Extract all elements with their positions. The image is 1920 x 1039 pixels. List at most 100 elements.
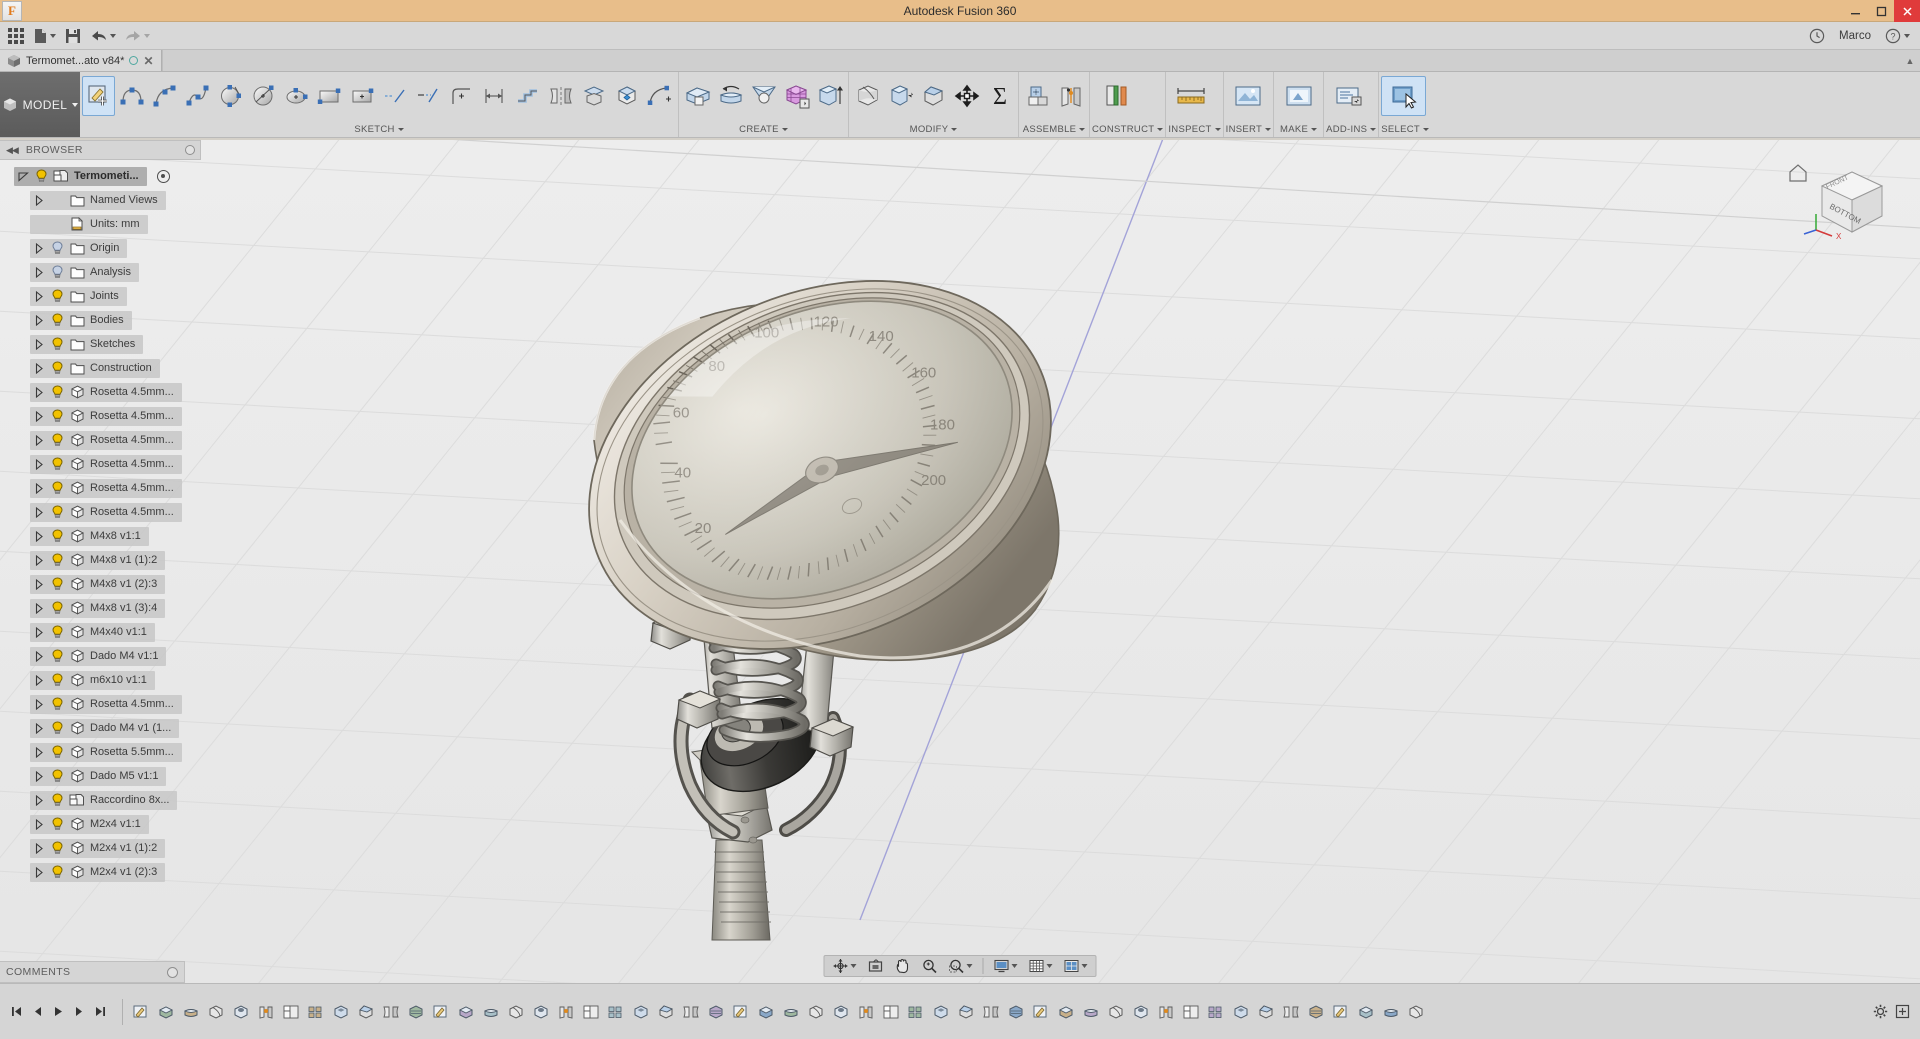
expand-arrow-icon[interactable]: [33, 314, 45, 326]
timeline-feature-item[interactable]: [1129, 998, 1153, 1026]
tree-component[interactable]: M4x8 v1 (2):3: [0, 572, 205, 596]
arc-button[interactable]: [148, 76, 181, 116]
grid-snaps-button[interactable]: [1025, 957, 1057, 975]
document-tab[interactable]: Termomet...ato v84* ✕: [0, 50, 162, 71]
timeline-feature-item[interactable]: [1354, 998, 1378, 1026]
expand-arrow-icon[interactable]: [33, 434, 45, 446]
browser-tree[interactable]: Termometi... Named Views Units: mm Origin An…: [0, 160, 205, 983]
timeline-feature-item[interactable]: [1179, 998, 1203, 1026]
lightbulb-on-icon[interactable]: [50, 745, 64, 759]
expand-arrow-icon[interactable]: [33, 482, 45, 494]
timeline-feature-item[interactable]: [954, 998, 978, 1026]
timeline-feature-item[interactable]: [329, 998, 353, 1026]
tree-component[interactable]: M2x4 v1:1: [0, 812, 205, 836]
lightbulb-on-icon[interactable]: [50, 817, 64, 831]
ribbon-group-label-sketch[interactable]: SKETCH: [82, 121, 676, 137]
timeline-feature-item[interactable]: [379, 998, 403, 1026]
timeline-feature-item[interactable]: [454, 998, 478, 1026]
lightbulb-on-icon[interactable]: [50, 337, 64, 351]
lightbulb-on-icon[interactable]: [50, 529, 64, 543]
tree-row-content[interactable]: m6x10 v1:1: [30, 670, 155, 690]
options-dot-icon[interactable]: [185, 145, 195, 155]
tree-row-content[interactable]: M2x4 v1 (2):3: [30, 862, 166, 882]
tree-component[interactable]: M2x4 v1 (1):2: [0, 836, 205, 860]
maximize-icon[interactable]: [1868, 0, 1894, 22]
timeline-feature-item[interactable]: [254, 998, 278, 1026]
lightbulb-on-icon[interactable]: [50, 457, 64, 471]
expand-arrow-icon[interactable]: [33, 842, 45, 854]
timeline-feature-item[interactable]: [154, 998, 178, 1026]
lightbulb-on-icon[interactable]: [50, 649, 64, 663]
tree-origin[interactable]: Origin: [0, 236, 205, 260]
tree-row-content[interactable]: M2x4 v1 (1):2: [30, 838, 166, 858]
expand-arrow-icon[interactable]: [33, 698, 45, 710]
view-cube[interactable]: FRONT BOTTOM X: [1784, 156, 1894, 251]
tree-joints[interactable]: Joints: [0, 284, 205, 308]
expand-arrow-icon[interactable]: [33, 410, 45, 422]
jump-start-button[interactable]: [6, 1001, 26, 1023]
expand-arrow-icon[interactable]: [33, 458, 45, 470]
lightbulb-on-icon[interactable]: [50, 409, 64, 423]
expand-arrow-icon[interactable]: [33, 362, 45, 374]
timeline-track[interactable]: [129, 996, 1862, 1028]
timeline-settings-button[interactable]: [1870, 1001, 1890, 1023]
undo-button[interactable]: [87, 24, 119, 48]
tree-component[interactable]: Raccordino 8x...: [0, 788, 205, 812]
timeline-feature-item[interactable]: [854, 998, 878, 1026]
expand-arrow-icon[interactable]: [33, 674, 45, 686]
pattern-button[interactable]: [780, 76, 813, 116]
tree-row-content[interactable]: Bodies: [30, 310, 132, 330]
timeline-feature-item[interactable]: [229, 998, 253, 1026]
ribbon-group-label-assemble[interactable]: ASSEMBLE: [1021, 121, 1087, 137]
timeline-feature-item[interactable]: [1054, 998, 1078, 1026]
fillet-button[interactable]: [851, 76, 884, 116]
tree-row-content[interactable]: Rosetta 4.5mm...: [30, 454, 182, 474]
tree-row-content[interactable]: Origin: [30, 238, 128, 258]
app-grid-button[interactable]: [4, 24, 28, 48]
step-back-button[interactable]: [27, 1001, 47, 1023]
shell-button[interactable]: [884, 76, 917, 116]
tree-bodies[interactable]: Bodies: [0, 308, 205, 332]
create-sketch-button[interactable]: [82, 76, 115, 116]
lightbulb-on-icon[interactable]: [50, 841, 64, 855]
tree-row-content[interactable]: M4x8 v1:1: [30, 526, 149, 546]
tree-row-content[interactable]: Analysis: [30, 262, 139, 282]
timeline-feature-item[interactable]: [679, 998, 703, 1026]
close-icon[interactable]: [1894, 0, 1920, 22]
workspace-switcher-button[interactable]: MODEL: [0, 72, 80, 137]
tree-construction[interactable]: Construction: [0, 356, 205, 380]
lightbulb-on-icon[interactable]: [50, 361, 64, 375]
fit-point-spline-button[interactable]: [643, 76, 676, 116]
trim-button[interactable]: [379, 76, 412, 116]
lightbulb-on-icon[interactable]: [50, 601, 64, 615]
tree-component[interactable]: Dado M5 v1:1: [0, 764, 205, 788]
lightbulb-off-icon[interactable]: [50, 241, 64, 255]
lightbulb-on-icon[interactable]: [50, 385, 64, 399]
timeline-feature-item[interactable]: [1154, 998, 1178, 1026]
expand-arrow-icon[interactable]: [33, 650, 45, 662]
tree-row-content[interactable]: Dado M4 v1 (1...: [30, 718, 180, 738]
redo-button[interactable]: [121, 24, 153, 48]
timeline-feature-item[interactable]: [1304, 998, 1328, 1026]
timeline-feature-item[interactable]: [704, 998, 728, 1026]
lightbulb-on-icon[interactable]: [50, 289, 64, 303]
viewports-button[interactable]: [1060, 957, 1092, 975]
timeline-feature-item[interactable]: [1404, 998, 1428, 1026]
lightbulb-on-icon[interactable]: [50, 769, 64, 783]
tree-component[interactable]: Rosetta 4.5mm...: [0, 692, 205, 716]
help-button[interactable]: ?: [1885, 28, 1910, 44]
timeline-expand-button[interactable]: [1892, 1001, 1912, 1023]
extrude-button[interactable]: [681, 76, 714, 116]
tree-component[interactable]: Rosetta 4.5mm...: [0, 404, 205, 428]
tree-row-content[interactable]: Units: mm: [30, 214, 148, 234]
lightbulb-on-icon[interactable]: [50, 553, 64, 567]
lightbulb-on-icon[interactable]: [50, 793, 64, 807]
spline-button[interactable]: [181, 76, 214, 116]
timeline-feature-item[interactable]: [404, 998, 428, 1026]
tree-row-content[interactable]: Rosetta 4.5mm...: [30, 406, 182, 426]
sketch-dimension-button[interactable]: [478, 76, 511, 116]
expand-arrow-icon[interactable]: [33, 266, 45, 278]
lightbulb-on-icon[interactable]: [34, 169, 48, 183]
tree-component[interactable]: Rosetta 4.5mm...: [0, 476, 205, 500]
expand-arrow-icon[interactable]: [33, 290, 45, 302]
